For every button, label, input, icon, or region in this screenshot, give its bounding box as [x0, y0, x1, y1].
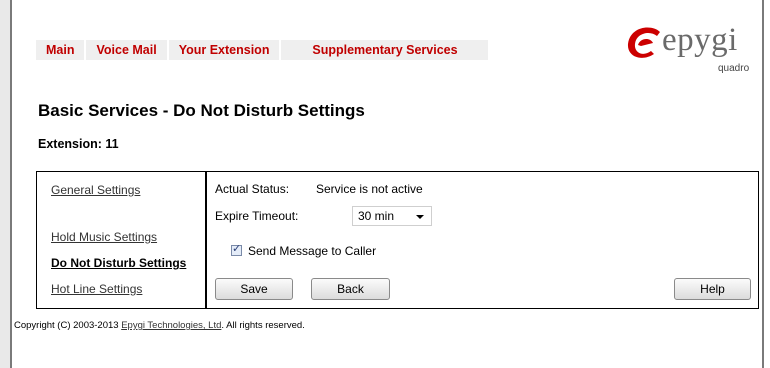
sidebar-item-hold-music-settings[interactable]: Hold Music Settings — [51, 230, 157, 244]
expire-timeout-label: Expire Timeout: — [215, 209, 299, 223]
settings-form: Actual Status: Service is not active Exp… — [207, 172, 758, 308]
epygi-swoosh-icon — [627, 27, 660, 58]
save-button[interactable]: Save — [215, 278, 293, 300]
actual-status-value: Service is not active — [316, 182, 423, 196]
actual-status-label: Actual Status: — [215, 182, 290, 196]
expire-timeout-value: 30 min — [358, 209, 395, 223]
nav-main[interactable]: Main — [36, 40, 85, 60]
checkmark-icon: ✓ — [232, 243, 242, 255]
nav-voice-mail[interactable]: Voice Mail — [86, 40, 167, 60]
copyright-prefix: Copyright (C) 2003-2013 — [14, 320, 122, 331]
epygi-link[interactable]: Epygi Technologies, Ltd — [121, 320, 221, 331]
help-button[interactable]: Help — [674, 278, 751, 300]
window-frame-top — [12, 0, 762, 4]
dropdown-arrow-icon — [416, 215, 424, 219]
expire-timeout-select[interactable]: 30 min — [352, 206, 432, 226]
nav-your-extension[interactable]: Your Extension — [168, 40, 280, 60]
epygi-logo: epygi quadro — [624, 22, 749, 82]
logo-sub-text: quadro — [718, 63, 750, 74]
send-message-label: Send Message to Caller — [248, 244, 377, 258]
window-frame-right — [762, 0, 770, 368]
sidebar-item-do-not-disturb-settings[interactable]: Do Not Disturb Settings — [51, 256, 186, 270]
send-message-checkbox[interactable]: ✓ — [231, 243, 242, 256]
settings-panel: General Settings Hold Music Settings Do … — [36, 171, 759, 309]
logo-brand-text: epygi — [662, 22, 738, 58]
window-frame-left — [0, 0, 12, 368]
extension-label: Extension: 11 — [38, 137, 119, 151]
settings-sidebar: General Settings Hold Music Settings Do … — [37, 172, 207, 308]
copyright-suffix: . All rights reserved. — [221, 320, 305, 331]
back-button[interactable]: Back — [311, 278, 390, 300]
copyright-footer: Copyright (C) 2003-2013 Epygi Technologi… — [14, 320, 305, 331]
nav-supplementary-services[interactable]: Supplementary Services — [281, 40, 489, 60]
top-navigation: Main Voice Mail Your Extension Supplemen… — [36, 40, 490, 60]
page-title: Basic Services - Do Not Disturb Settings — [38, 101, 365, 120]
sidebar-item-hot-line-settings[interactable]: Hot Line Settings — [51, 282, 142, 296]
sidebar-item-general-settings[interactable]: General Settings — [51, 183, 140, 197]
